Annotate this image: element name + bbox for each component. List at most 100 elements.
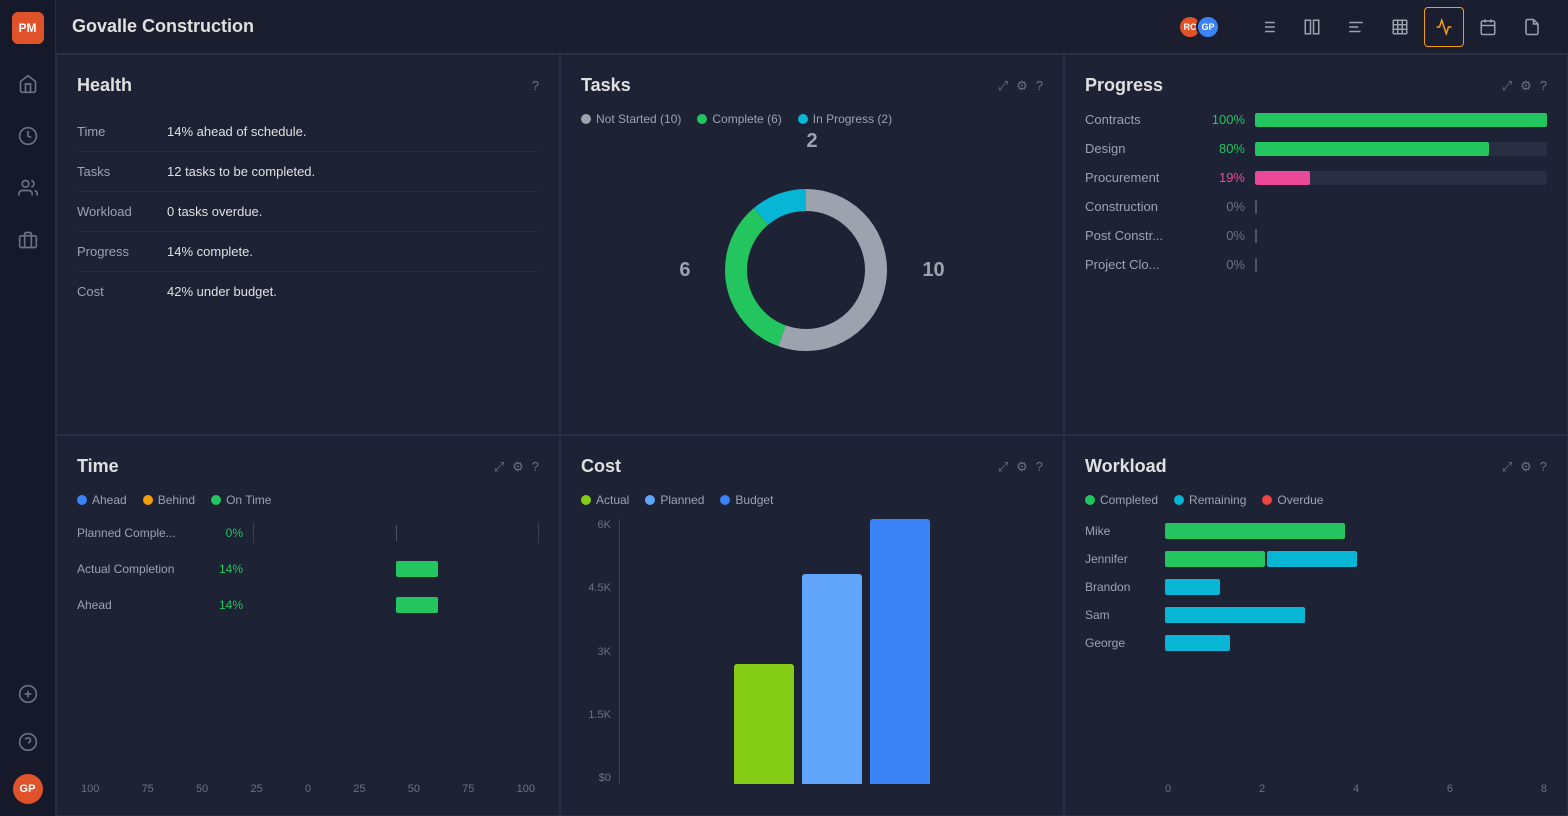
donut-label-left: 6 <box>679 259 690 282</box>
time-axis-100r: 100 <box>517 783 535 795</box>
tasks-help-icon[interactable]: ? <box>1036 78 1043 93</box>
legend-dot-ahead <box>77 495 87 505</box>
legend-dot-wl-completed <box>1085 495 1095 505</box>
cost-help-icon[interactable]: ? <box>1036 459 1043 474</box>
workload-expand-icon[interactable]: ⤢ <box>1502 459 1512 475</box>
tasks-expand-icon[interactable]: ⤢ <box>998 78 1008 94</box>
sidebar-add[interactable] <box>12 678 44 710</box>
health-label-progress: Progress <box>77 244 167 259</box>
progress-settings-icon[interactable]: ⚙ <box>1520 78 1532 94</box>
app-logo[interactable]: PM <box>12 12 44 44</box>
time-help-icon[interactable]: ? <box>532 459 539 474</box>
tool-columns[interactable] <box>1292 7 1332 47</box>
tasks-actions: ⤢ ⚙ ? <box>998 78 1043 94</box>
progress-track-design <box>1255 142 1547 156</box>
cost-y-0: $0 <box>599 772 611 784</box>
cost-chart-area: 6K 4.5K 3K 1.5K $0 <box>581 519 1043 808</box>
legend-dot-complete <box>697 114 707 124</box>
legend-dot-wl-remaining <box>1174 495 1184 505</box>
workload-settings-icon[interactable]: ⚙ <box>1520 459 1532 475</box>
health-table: Time 14% ahead of schedule. Tasks 12 tas… <box>77 112 539 311</box>
progress-help-icon[interactable]: ? <box>1540 78 1547 93</box>
user-avatar[interactable]: GP <box>13 774 43 804</box>
workload-legend-remaining: Remaining <box>1174 493 1246 507</box>
sidebar-item-clock[interactable] <box>12 120 44 152</box>
tasks-title: Tasks <box>581 75 631 96</box>
health-value-time: 14% ahead of schedule. <box>167 124 307 139</box>
main-content: Govalle Construction RC GP <box>56 0 1568 816</box>
time-chart: Planned Comple... 0% Actual Completion 1… <box>77 523 539 775</box>
tool-pulse[interactable] <box>1424 7 1464 47</box>
cost-settings-icon[interactable]: ⚙ <box>1016 459 1028 475</box>
progress-row-construction: Construction 0% <box>1085 199 1547 214</box>
sidebar-item-home[interactable] <box>12 68 44 100</box>
cost-bar-budget <box>870 519 930 784</box>
time-bar-planned <box>253 523 539 543</box>
progress-row-post-construction: Post Constr... 0% <box>1085 228 1547 243</box>
progress-track-contracts <box>1255 113 1547 127</box>
health-row-workload: Workload 0 tasks overdue. <box>77 192 539 232</box>
progress-pct-procurement: 19% <box>1205 170 1245 185</box>
workload-bars-brandon <box>1165 579 1547 595</box>
health-help-icon[interactable]: ? <box>532 78 539 93</box>
health-value-cost: 42% under budget. <box>167 284 277 299</box>
workload-panel: Workload ⤢ ⚙ ? Completed Remaining <box>1064 435 1568 816</box>
progress-row-procurement: Procurement 19% <box>1085 170 1547 185</box>
tool-calendar[interactable] <box>1468 7 1508 47</box>
workload-bars-george <box>1165 635 1547 651</box>
avatar-gp[interactable]: GP <box>1196 15 1220 39</box>
progress-label-design: Design <box>1085 141 1195 156</box>
workload-bars-mike <box>1165 523 1547 539</box>
wl-axis-4: 4 <box>1353 783 1359 795</box>
cost-y-15k: 1.5K <box>588 709 611 721</box>
workload-label-jennifer: Jennifer <box>1085 552 1155 566</box>
topbar: Govalle Construction RC GP <box>56 0 1568 54</box>
workload-bar-jennifer-completed <box>1165 551 1265 567</box>
health-row-cost: Cost 42% under budget. <box>77 272 539 311</box>
sidebar-help[interactable] <box>12 726 44 758</box>
cost-header: Cost ⤢ ⚙ ? <box>581 456 1043 477</box>
legend-dot-planned <box>645 495 655 505</box>
progress-fill-contracts <box>1255 113 1547 127</box>
cost-legend-budget: Budget <box>720 493 773 507</box>
progress-fill-design <box>1255 142 1489 156</box>
tasks-panel: Tasks ⤢ ⚙ ? Not Started (10) Complete (6… <box>560 54 1064 435</box>
legend-label-ahead: Ahead <box>92 493 127 507</box>
time-title: Time <box>77 456 119 477</box>
health-value-progress: 14% complete. <box>167 244 253 259</box>
sidebar-item-briefcase[interactable] <box>12 224 44 256</box>
time-expand-icon[interactable]: ⤢ <box>494 459 504 475</box>
time-label-planned: Planned Comple... <box>77 526 197 540</box>
donut-label-right: 10 <box>922 259 944 282</box>
tool-table[interactable] <box>1380 7 1420 47</box>
tool-gantt[interactable] <box>1336 7 1376 47</box>
progress-divider-project-closure <box>1255 258 1257 272</box>
progress-row-design: Design 80% <box>1085 141 1547 156</box>
legend-label-not-started: Not Started (10) <box>596 112 681 126</box>
progress-pct-post-construction: 0% <box>1205 228 1245 243</box>
legend-label-wl-overdue: Overdue <box>1277 493 1323 507</box>
time-settings-icon[interactable]: ⚙ <box>512 459 524 475</box>
donut-label-top: 2 <box>806 130 817 153</box>
time-legend: Ahead Behind On Time <box>77 493 539 507</box>
cost-expand-icon[interactable]: ⤢ <box>998 459 1008 475</box>
tasks-settings-icon[interactable]: ⚙ <box>1016 78 1028 94</box>
time-header: Time ⤢ ⚙ ? <box>77 456 539 477</box>
sidebar-item-people[interactable] <box>12 172 44 204</box>
time-axis-25r: 25 <box>353 783 365 795</box>
workload-help-icon[interactable]: ? <box>1540 459 1547 474</box>
tool-list[interactable] <box>1248 7 1288 47</box>
progress-row-project-closure: Project Clo... 0% <box>1085 257 1547 272</box>
time-bar-ahead <box>396 597 438 613</box>
legend-label-ontime: On Time <box>226 493 271 507</box>
workload-legend-overdue: Overdue <box>1262 493 1323 507</box>
progress-expand-icon[interactable]: ⤢ <box>1502 78 1512 94</box>
tool-file[interactable] <box>1512 7 1552 47</box>
time-row-ahead: Ahead 14% <box>77 595 539 615</box>
legend-not-started: Not Started (10) <box>581 112 681 126</box>
health-value-workload: 0 tasks overdue. <box>167 204 262 219</box>
workload-row-sam: Sam <box>1085 607 1547 623</box>
health-row-progress: Progress 14% complete. <box>77 232 539 272</box>
time-pct-ahead: 14% <box>207 598 243 612</box>
progress-label-project-closure: Project Clo... <box>1085 257 1195 272</box>
